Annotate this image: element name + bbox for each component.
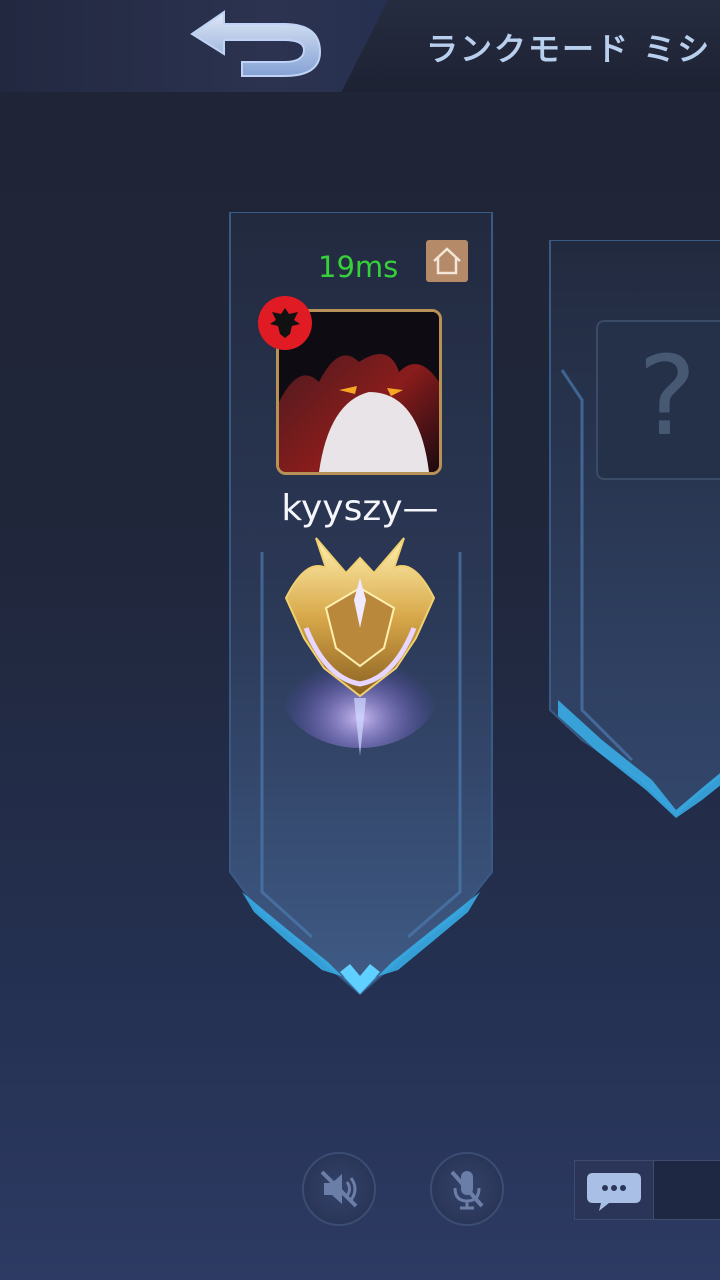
back-button[interactable] — [180, 2, 330, 82]
home-icon[interactable] — [426, 240, 468, 282]
rank-emblem — [280, 537, 440, 756]
player-name: kyyszy— — [281, 488, 439, 529]
albania-flag-icon — [258, 296, 312, 350]
speaker-muted-icon — [320, 1170, 358, 1208]
ping-latency: 19ms — [318, 250, 399, 284]
chat-button[interactable] — [575, 1161, 654, 1219]
mic-muted-icon — [450, 1170, 484, 1210]
chat-bubble-icon — [587, 1173, 641, 1211]
mic-mute-button[interactable] — [430, 1152, 504, 1226]
eagle-emblem — [270, 308, 300, 338]
top-bar: ランクモード ミシ — [0, 0, 720, 92]
home-glyph — [433, 247, 461, 275]
chat-bar[interactable] — [574, 1160, 720, 1220]
page-title: ランクモード ミシ — [426, 30, 712, 68]
unknown-placeholder: ? — [638, 332, 697, 460]
speaker-mute-button[interactable] — [302, 1152, 376, 1226]
empty-player-slot: ? — [596, 320, 720, 480]
back-arrow-icon — [190, 10, 322, 77]
